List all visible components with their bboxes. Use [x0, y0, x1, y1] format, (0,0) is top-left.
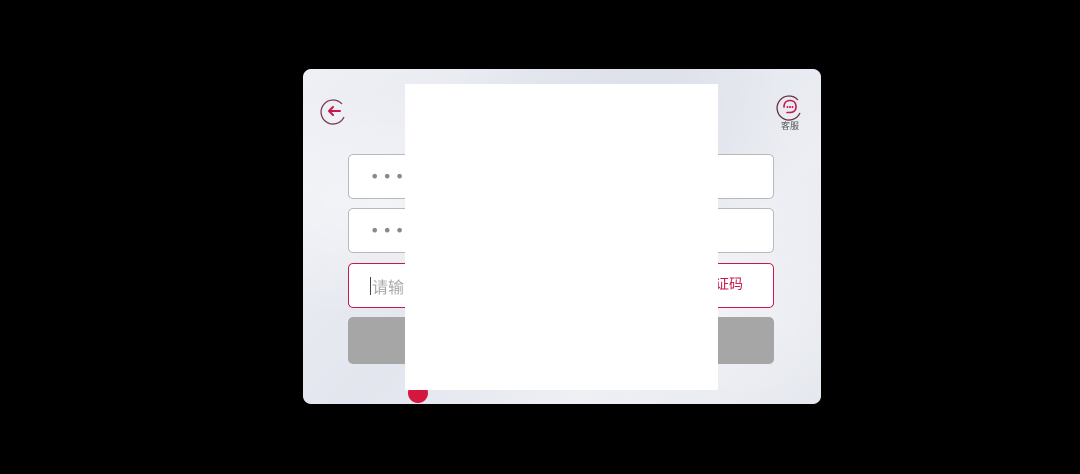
back-button[interactable] [320, 97, 348, 125]
customer-service-button[interactable]: 客服 [774, 93, 806, 133]
customer-service-icon [776, 95, 801, 121]
back-arrow-icon [320, 99, 345, 125]
customer-service-label: 客服 [780, 122, 799, 132]
get-verification-code-button[interactable]: 证码 [715, 264, 743, 307]
white-overlay-popup[interactable] [405, 84, 718, 390]
verification-code-placeholder: 请输 [372, 277, 405, 297]
text-caret [370, 276, 371, 295]
